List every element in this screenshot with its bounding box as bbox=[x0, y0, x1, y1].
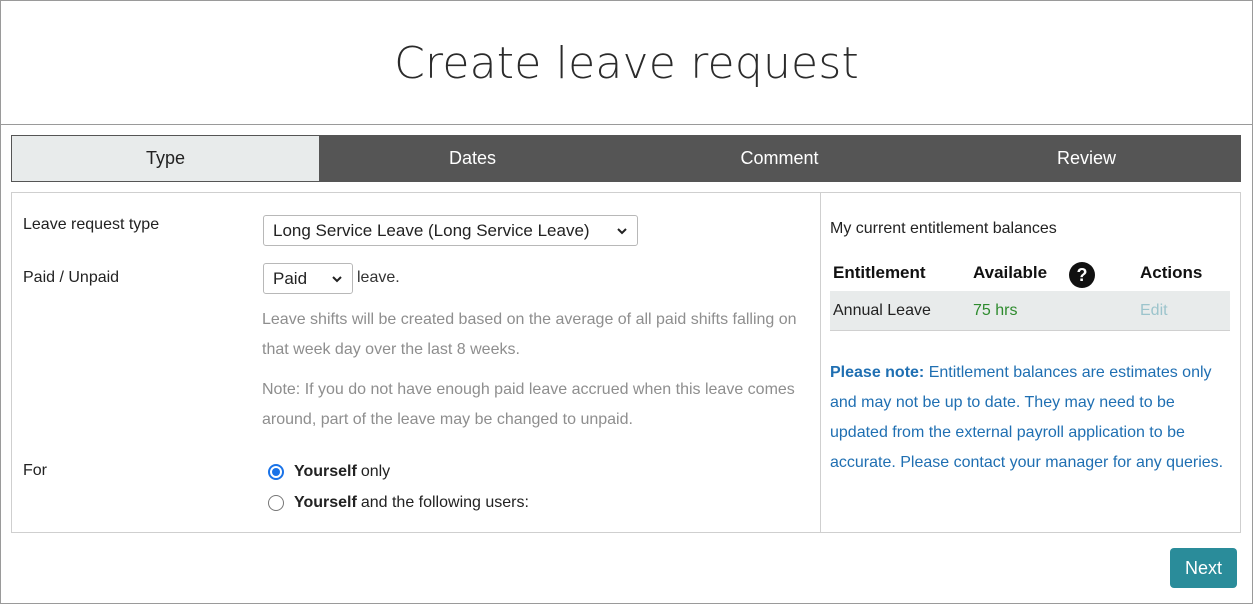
for-option-rest: and the following users: bbox=[360, 494, 529, 511]
radio-button[interactable] bbox=[268, 495, 284, 511]
paid-unpaid-select[interactable]: Paid bbox=[263, 263, 353, 294]
entitlement-name: Annual Leave bbox=[833, 302, 931, 319]
entitlement-column-header: Entitlement bbox=[833, 263, 926, 282]
entitlement-note: Please note: Entitlement balances are es… bbox=[830, 358, 1235, 478]
paid-unpaid-label: Paid / Unpaid bbox=[23, 269, 120, 286]
note-bold-label: Please note: bbox=[830, 364, 925, 381]
tab-type[interactable]: Type bbox=[12, 136, 319, 181]
radio-button[interactable] bbox=[268, 464, 284, 480]
paid-suffix-text: leave. bbox=[357, 269, 400, 286]
tab-comment[interactable]: Comment bbox=[626, 136, 933, 181]
page-header: Create leave request bbox=[0, 0, 1253, 125]
leave-type-value: Long Service Leave (Long Service Leave) bbox=[273, 220, 590, 240]
for-label: For bbox=[23, 462, 47, 479]
help-text-note: Note: If you do not have enough paid lea… bbox=[262, 381, 795, 428]
leave-type-select[interactable]: Long Service Leave (Long Service Leave) bbox=[263, 215, 638, 246]
for-option-yourself-only[interactable]: Yourself only bbox=[268, 463, 390, 481]
next-button[interactable]: Next bbox=[1170, 548, 1237, 588]
actions-column-header: Actions bbox=[1140, 263, 1203, 282]
page-title: Create leave request bbox=[394, 38, 859, 89]
chevron-down-icon bbox=[617, 228, 627, 235]
paid-unpaid-value: Paid bbox=[273, 268, 308, 288]
entitlement-available: 75 hrs bbox=[973, 302, 1018, 319]
question-circle-icon[interactable]: ? bbox=[1069, 262, 1095, 288]
for-option-bold: Yourself bbox=[294, 463, 357, 480]
step-tabs: Type Dates Comment Review bbox=[11, 135, 1241, 182]
tab-review[interactable]: Review bbox=[933, 136, 1240, 181]
help-text-average: Leave shifts will be created based on th… bbox=[262, 311, 797, 358]
entitlements-title: My current entitlement balances bbox=[830, 220, 1057, 237]
for-option-bold: Yourself bbox=[294, 494, 357, 511]
panel-divider bbox=[820, 193, 821, 532]
for-option-yourself-and-users[interactable]: Yourself and the following users: bbox=[268, 494, 529, 512]
chevron-down-icon bbox=[332, 276, 342, 283]
tab-dates[interactable]: Dates bbox=[319, 136, 626, 181]
table-row: Annual Leave 75 hrs Edit bbox=[830, 291, 1230, 331]
available-column-header: Available bbox=[973, 263, 1048, 282]
form-panel: Leave request type Long Service Leave (L… bbox=[11, 192, 1241, 533]
for-option-rest: only bbox=[360, 463, 391, 480]
edit-link[interactable]: Edit bbox=[1140, 302, 1168, 320]
leave-type-label: Leave request type bbox=[23, 216, 160, 233]
